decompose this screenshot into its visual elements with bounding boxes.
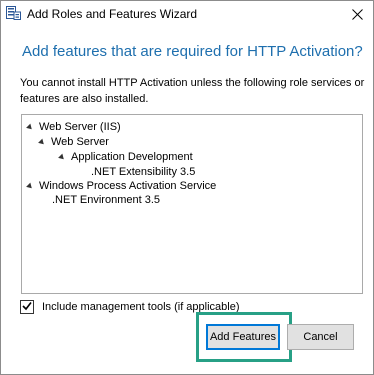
include-management-tools-checkbox[interactable]: [20, 300, 34, 314]
tree-item-label: Application Development: [71, 151, 193, 163]
dialog-heading: Add features that are required for HTTP …: [22, 43, 363, 60]
tree-item-web-server-iis[interactable]: Web Server (IIS): [26, 120, 121, 135]
expand-arrow-icon[interactable]: [26, 182, 34, 191]
title-bar: Add Roles and Features Wizard: [1, 1, 373, 29]
tree-item-web-server[interactable]: Web Server: [38, 135, 109, 150]
tree-item-application-development[interactable]: Application Development: [58, 150, 193, 165]
cancel-button[interactable]: Cancel: [287, 324, 354, 350]
tree-item-label: Web Server (IIS): [39, 121, 121, 133]
wizard-window: Add Roles and Features Wizard Add featur…: [0, 0, 374, 375]
expand-arrow-icon[interactable]: [26, 123, 34, 132]
tree-item-label: Web Server: [51, 136, 109, 148]
dialog-message: You cannot install HTTP Activation unles…: [20, 77, 365, 105]
tree-item-net-environment-35[interactable]: .NET Environment 3.5: [52, 193, 160, 208]
add-features-button[interactable]: Add Features: [206, 324, 280, 350]
checkmark-icon: [22, 298, 32, 316]
close-button[interactable]: [343, 1, 371, 27]
tree-item-windows-process-activation-service[interactable]: Windows Process Activation Service: [26, 179, 217, 194]
window-title: Add Roles and Features Wizard: [27, 7, 198, 21]
tree-item-label: .NET Extensibility 3.5: [91, 166, 196, 178]
tree-item-label: Windows Process Activation Service: [39, 180, 217, 192]
feature-tree[interactable]: Web Server (IIS) Web Server Application …: [21, 114, 363, 294]
tree-item-label: .NET Environment 3.5: [52, 194, 161, 206]
close-icon: [351, 8, 363, 20]
expand-arrow-icon[interactable]: [58, 153, 66, 162]
server-manager-icon: [6, 6, 21, 20]
expand-arrow-icon[interactable]: [38, 138, 46, 147]
tree-item-net-extensibility-35[interactable]: .NET Extensibility 3.5: [91, 165, 195, 180]
